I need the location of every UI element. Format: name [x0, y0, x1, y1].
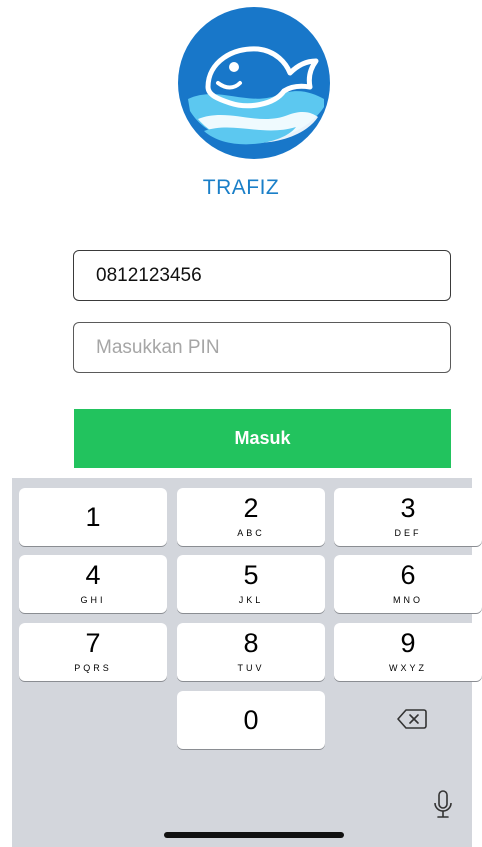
- backspace-icon[interactable]: [397, 708, 427, 730]
- key-1[interactable]: 1: [19, 488, 167, 546]
- microphone-icon[interactable]: [432, 790, 454, 820]
- key-letters: WXYZ: [389, 663, 427, 673]
- key-letters: TUV: [237, 663, 265, 673]
- phone-number-input[interactable]: [73, 250, 451, 301]
- key-digit: 8: [243, 628, 259, 658]
- key-7[interactable]: 7 PQRS: [19, 623, 167, 681]
- key-letters: PQRS: [74, 663, 112, 673]
- key-4[interactable]: 4 GHI: [19, 555, 167, 613]
- pin-input[interactable]: [73, 322, 451, 373]
- home-indicator: [164, 832, 344, 838]
- key-letters: GHI: [80, 595, 106, 605]
- key-digit: 6: [400, 560, 416, 590]
- key-6[interactable]: 6 MNO: [334, 555, 482, 613]
- key-letters: ABC: [237, 528, 265, 538]
- key-digit: 5: [243, 560, 259, 590]
- numeric-keyboard: 1 2 ABC 3 DEF 4 GHI 5 JKL 6 MNO 7 PQRS 8…: [12, 478, 482, 847]
- key-3[interactable]: 3 DEF: [334, 488, 482, 546]
- key-letters: JKL: [238, 595, 264, 605]
- trafiz-logo: [178, 7, 330, 159]
- key-8[interactable]: 8 TUV: [177, 623, 325, 681]
- key-letters: DEF: [394, 528, 422, 538]
- key-digit: 4: [85, 560, 101, 590]
- key-digit: 1: [85, 502, 101, 532]
- key-digit: 2: [243, 493, 259, 523]
- app-name: TRAFIZ: [202, 176, 280, 199]
- key-letters: MNO: [393, 595, 423, 605]
- login-button[interactable]: Masuk: [74, 409, 451, 468]
- key-digit: 3: [400, 493, 416, 523]
- key-digit: 0: [243, 705, 259, 735]
- key-0[interactable]: 0: [177, 691, 325, 749]
- key-digit: 9: [400, 628, 416, 658]
- key-9[interactable]: 9 WXYZ: [334, 623, 482, 681]
- key-digit: 7: [85, 628, 101, 658]
- key-2[interactable]: 2 ABC: [177, 488, 325, 546]
- key-5[interactable]: 5 JKL: [177, 555, 325, 613]
